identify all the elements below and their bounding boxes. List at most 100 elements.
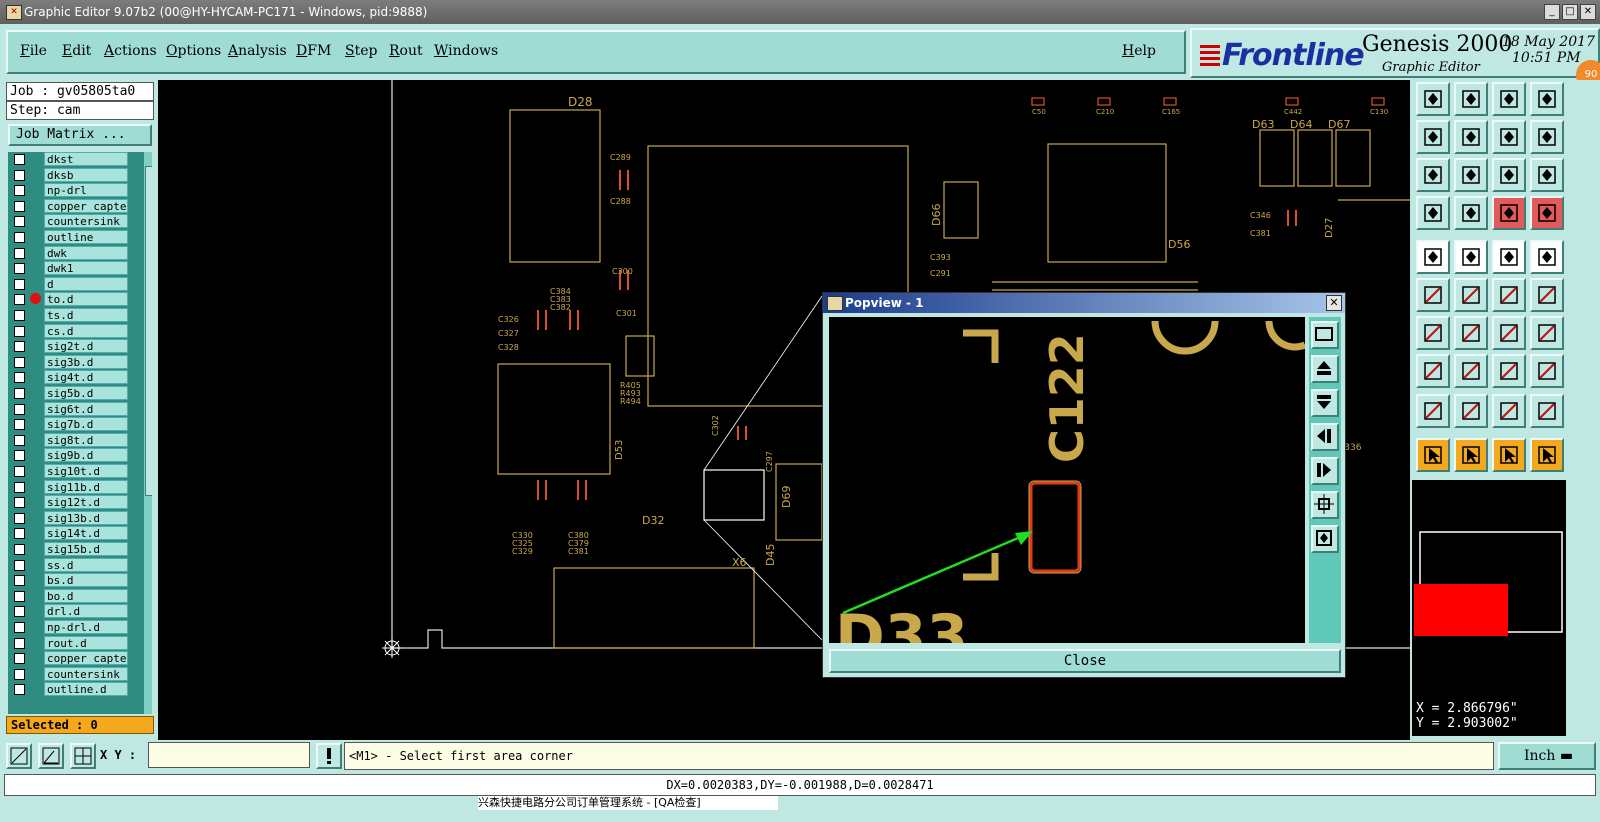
- layer-checkbox[interactable]: [14, 310, 25, 321]
- pointer-icon[interactable]: [1416, 438, 1450, 472]
- layer-row[interactable]: dksb: [8, 167, 136, 182]
- layer-row[interactable]: outline.d: [8, 682, 136, 697]
- layer-checkbox[interactable]: [14, 403, 25, 415]
- layer-row[interactable]: bs.d: [8, 573, 136, 588]
- layer-row[interactable]: sig9b.d: [8, 448, 136, 463]
- layer-name[interactable]: sig9b.d: [44, 448, 128, 463]
- layer-name[interactable]: copper_capte: [44, 651, 128, 666]
- layer-name[interactable]: np-drl: [44, 183, 128, 198]
- triangle-alt-icon[interactable]: [1454, 394, 1488, 428]
- close-window-button[interactable]: ✕: [1580, 4, 1596, 20]
- popview-title-bar[interactable]: Popview - 1 ✕: [823, 293, 1345, 313]
- layer-checkbox[interactable]: [14, 684, 25, 696]
- layer-row[interactable]: rout.d: [8, 635, 136, 650]
- layer-name[interactable]: np-drl.d: [44, 620, 128, 634]
- layer-row[interactable]: ts.d: [8, 308, 136, 322]
- select-red-icon[interactable]: [1454, 240, 1488, 274]
- menu-help[interactable]: Help: [1122, 43, 1156, 59]
- layer-checkbox[interactable]: [14, 637, 25, 649]
- arc-icon[interactable]: [1416, 316, 1450, 350]
- pv-zoom-out-button[interactable]: [1311, 491, 1339, 519]
- snap-icon[interactable]: [1492, 354, 1526, 388]
- layer-name[interactable]: outline: [44, 230, 128, 244]
- layer-row[interactable]: ss.d: [8, 557, 136, 572]
- zoom-window-icon[interactable]: [1530, 82, 1564, 116]
- layer-name[interactable]: sig3b.d: [44, 354, 128, 369]
- layer-name[interactable]: to.d: [44, 292, 128, 307]
- layer-name[interactable]: sig2t.d: [44, 339, 128, 354]
- layer-row[interactable]: sig8t.d: [8, 432, 136, 447]
- overview-map[interactable]: [1412, 480, 1566, 700]
- layer-list-scrollbar[interactable]: [144, 152, 152, 714]
- layer-checkbox[interactable]: [14, 559, 25, 571]
- menu-rout[interactable]: Rout: [389, 43, 423, 59]
- layer-checkbox[interactable]: [14, 466, 25, 477]
- layer-name[interactable]: sig7b.d: [44, 417, 128, 432]
- layer-checkbox[interactable]: [14, 216, 25, 228]
- layer-row[interactable]: d: [8, 276, 136, 291]
- point-icon[interactable]: [1530, 240, 1564, 274]
- layer-checkbox[interactable]: [14, 325, 25, 337]
- layer-checkbox[interactable]: [14, 341, 25, 353]
- help-icon[interactable]: [1530, 120, 1564, 154]
- layer-checkbox[interactable]: [14, 247, 25, 259]
- layer-name[interactable]: cs.d: [44, 323, 128, 338]
- layer-row[interactable]: sig2t.d: [8, 339, 136, 354]
- layer-name[interactable]: outline.d: [44, 682, 128, 697]
- layer-checkbox[interactable]: [14, 278, 25, 290]
- layer-checkbox[interactable]: [14, 388, 25, 399]
- layer-row[interactable]: sig11b.d: [8, 479, 136, 494]
- layer-checkbox[interactable]: [14, 419, 25, 431]
- feature-del-icon[interactable]: [1454, 354, 1488, 388]
- layer-checkbox[interactable]: [14, 263, 25, 275]
- layer-name[interactable]: sig14t.d: [44, 526, 128, 541]
- popview-close-button[interactable]: Close: [829, 649, 1341, 673]
- triangle-icon[interactable]: [1416, 394, 1450, 428]
- highlight-icon[interactable]: [1416, 196, 1450, 230]
- layer-checkbox[interactable]: [14, 434, 25, 446]
- layer-checkbox[interactable]: [14, 497, 25, 509]
- layer-name[interactable]: countersink_: [44, 666, 128, 681]
- layer-name[interactable]: dkst: [44, 152, 128, 166]
- layer-name[interactable]: ss.d: [44, 557, 128, 572]
- layer-name[interactable]: d: [44, 276, 128, 291]
- layer-row[interactable]: sig12t.d: [8, 495, 136, 510]
- layer-name[interactable]: sig13b.d: [44, 510, 128, 525]
- grid-tool-button[interactable]: [70, 743, 96, 769]
- alert-icon[interactable]: [316, 743, 342, 769]
- home-icon[interactable]: [1492, 82, 1526, 116]
- popview-close-icon[interactable]: ✕: [1326, 295, 1342, 311]
- layer-checkbox[interactable]: [14, 606, 25, 618]
- layer-row[interactable]: bo.d: [8, 588, 136, 603]
- layer-checkbox[interactable]: [14, 528, 25, 540]
- units-selector[interactable]: Inch ▬: [1498, 742, 1596, 770]
- move-up-icon[interactable]: [1416, 82, 1450, 116]
- layer-checkbox[interactable]: [14, 575, 25, 587]
- net-map-icon[interactable]: [1530, 196, 1564, 230]
- layer-checkbox[interactable]: [14, 544, 25, 555]
- minimize-button[interactable]: _: [1544, 4, 1560, 20]
- line-icon[interactable]: [1454, 316, 1488, 350]
- move-right-icon[interactable]: [1454, 120, 1488, 154]
- layer-checkbox[interactable]: [14, 154, 25, 165]
- layer-name[interactable]: copper_capte: [44, 198, 128, 213]
- cross-icon[interactable]: [1454, 278, 1488, 312]
- layer-name[interactable]: sig5b.d: [44, 386, 128, 400]
- layer-row[interactable]: dwk1: [8, 261, 136, 276]
- layer-name[interactable]: sig10t.d: [44, 464, 128, 478]
- layer-checkbox[interactable]: [14, 200, 25, 212]
- layer-row[interactable]: dkst: [8, 152, 136, 166]
- menu-dfm[interactable]: DFM: [296, 43, 331, 59]
- pv-zoom-window-button[interactable]: [1311, 321, 1339, 349]
- layer-row[interactable]: sig3b.d: [8, 354, 136, 369]
- layer-checkbox[interactable]: [14, 622, 25, 633]
- layer-row[interactable]: to.d: [8, 292, 136, 307]
- layers-icon[interactable]: [1530, 354, 1564, 388]
- maximize-button[interactable]: □: [1562, 4, 1578, 20]
- add-line-icon[interactable]: [1530, 278, 1564, 312]
- pointer-box-icon[interactable]: [1454, 438, 1488, 472]
- triangle-b-icon[interactable]: [1492, 394, 1526, 428]
- menu-analysis[interactable]: Analysis: [228, 43, 287, 59]
- move-left-icon[interactable]: [1416, 120, 1450, 154]
- fit-icon[interactable]: [1416, 158, 1450, 192]
